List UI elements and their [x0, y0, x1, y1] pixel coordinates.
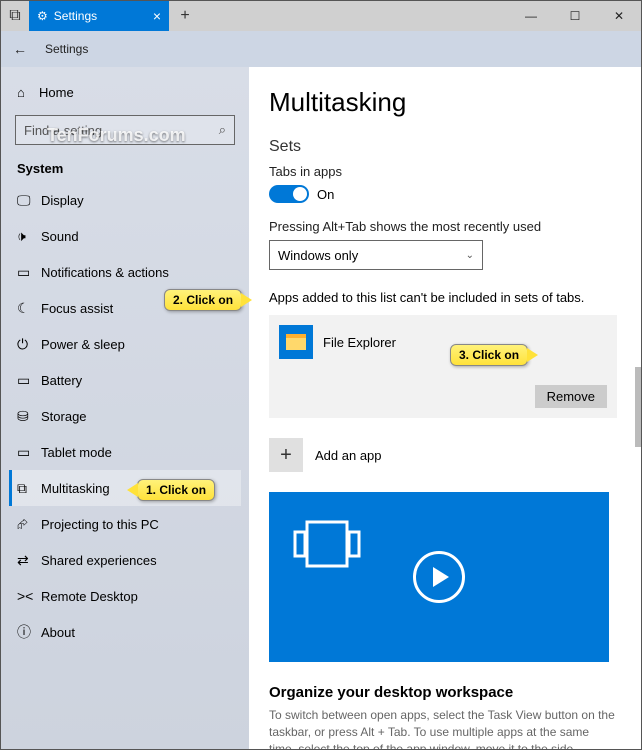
play-icon: [413, 551, 465, 603]
tablet-icon: ▭: [17, 444, 41, 461]
tabs-in-apps-label: Tabs in apps: [269, 164, 617, 179]
nav-label: Projecting to this PC: [41, 517, 159, 532]
nav-label: Storage: [41, 409, 87, 424]
remove-button[interactable]: Remove: [535, 385, 607, 408]
home-label: Home: [39, 85, 74, 100]
add-app-label: Add an app: [315, 448, 382, 463]
notifications-icon: ▭: [17, 264, 41, 281]
organize-title: Organize your desktop workspace: [269, 684, 617, 701]
callout-1: 1. Click on: [137, 479, 215, 501]
search-input[interactable]: Find a setting ⌕: [15, 115, 235, 145]
nav-label: Focus assist: [41, 301, 113, 316]
new-tab-button[interactable]: +: [169, 1, 201, 31]
scrollbar[interactable]: [635, 367, 641, 447]
alt-tab-label: Pressing Alt+Tab shows the most recently…: [269, 219, 617, 234]
sidebar-item-display[interactable]: 🖵Display: [9, 182, 241, 218]
excluded-app-card[interactable]: File Explorer Remove: [269, 315, 617, 418]
remote-icon: ><: [17, 588, 41, 604]
callout-3: 3. Click on: [450, 344, 528, 366]
sidebar-item-power[interactable]: ⏻Power & sleep: [9, 326, 241, 362]
nav-label: Multitasking: [41, 481, 110, 496]
sidebar-category: System: [9, 155, 241, 182]
back-button[interactable]: ←: [13, 41, 27, 57]
nav-label: Notifications & actions: [41, 265, 169, 280]
sound-icon: 🕩: [17, 228, 41, 245]
gear-icon: ⚙: [37, 9, 48, 23]
sidebar-home[interactable]: ⌂ Home: [9, 75, 241, 109]
sidebar-item-remote[interactable]: ><Remote Desktop: [9, 578, 241, 614]
exclude-note: Apps added to this list can't be include…: [269, 290, 617, 305]
multitasking-icon: ⧉: [17, 480, 41, 497]
nav-label: Power & sleep: [41, 337, 125, 352]
tab-label: Settings: [54, 9, 97, 23]
app-title: Settings: [45, 42, 88, 56]
callout-2: 2. Click on: [164, 289, 242, 311]
power-icon: ⏻: [17, 336, 41, 353]
sets-icon[interactable]: ⧉: [1, 1, 29, 31]
sidebar-item-tablet[interactable]: ▭Tablet mode: [9, 434, 241, 470]
close-button[interactable]: ✕: [597, 1, 641, 31]
battery-icon: ▭: [17, 372, 41, 389]
sidebar-item-storage[interactable]: ⛁Storage: [9, 398, 241, 434]
nav-label: Shared experiences: [41, 553, 157, 568]
focus-icon: ☾: [17, 300, 41, 317]
nav-label: Battery: [41, 373, 82, 388]
sidebar: ⌂ Home TenForums.com Find a setting ⌕ Sy…: [1, 67, 249, 749]
display-icon: 🖵: [17, 192, 41, 209]
video-thumb-icon: [293, 514, 363, 574]
projecting-icon: ⮳: [17, 516, 41, 533]
sets-heading: Sets: [269, 138, 617, 156]
maximize-button[interactable]: ☐: [553, 1, 597, 31]
file-explorer-icon: [279, 325, 313, 359]
home-icon: ⌂: [17, 85, 39, 100]
video-preview[interactable]: [269, 492, 609, 662]
main-content: Multitasking Sets Tabs in apps On Pressi…: [249, 67, 641, 749]
page-title: Multitasking: [269, 87, 617, 118]
sidebar-item-projecting[interactable]: ⮳Projecting to this PC: [9, 506, 241, 542]
search-placeholder: Find a setting: [24, 123, 219, 138]
alt-tab-dropdown[interactable]: Windows only ⌄: [269, 240, 483, 270]
tabs-in-apps-toggle[interactable]: [269, 185, 309, 203]
sidebar-item-sound[interactable]: 🕩Sound: [9, 218, 241, 254]
dropdown-value: Windows only: [278, 248, 358, 263]
nav-label: Remote Desktop: [41, 589, 138, 604]
titlebar: ⧉ ⚙ Settings × + — ☐ ✕: [1, 1, 641, 31]
nav-label: About: [41, 625, 75, 640]
search-icon: ⌕: [219, 122, 226, 138]
about-icon: ⓘ: [17, 622, 41, 642]
app-name: File Explorer: [323, 335, 396, 350]
shared-icon: ⇄: [17, 552, 41, 569]
sidebar-item-notifications[interactable]: ▭Notifications & actions: [9, 254, 241, 290]
chevron-down-icon: ⌄: [466, 250, 474, 261]
sidebar-item-battery[interactable]: ▭Battery: [9, 362, 241, 398]
nav-label: Tablet mode: [41, 445, 112, 460]
tab-close-icon[interactable]: ×: [153, 8, 161, 24]
tab-settings[interactable]: ⚙ Settings ×: [29, 1, 169, 31]
sidebar-item-shared[interactable]: ⇄Shared experiences: [9, 542, 241, 578]
nav-label: Display: [41, 193, 84, 208]
sidebar-item-about[interactable]: ⓘAbout: [9, 614, 241, 650]
nav-label: Sound: [41, 229, 79, 244]
toggle-state: On: [317, 187, 334, 202]
add-app-button[interactable]: +: [269, 438, 303, 472]
minimize-button[interactable]: —: [509, 1, 553, 31]
organize-desc: To switch between open apps, select the …: [269, 707, 617, 749]
app-header: ← Settings: [1, 31, 641, 67]
storage-icon: ⛁: [17, 408, 41, 425]
